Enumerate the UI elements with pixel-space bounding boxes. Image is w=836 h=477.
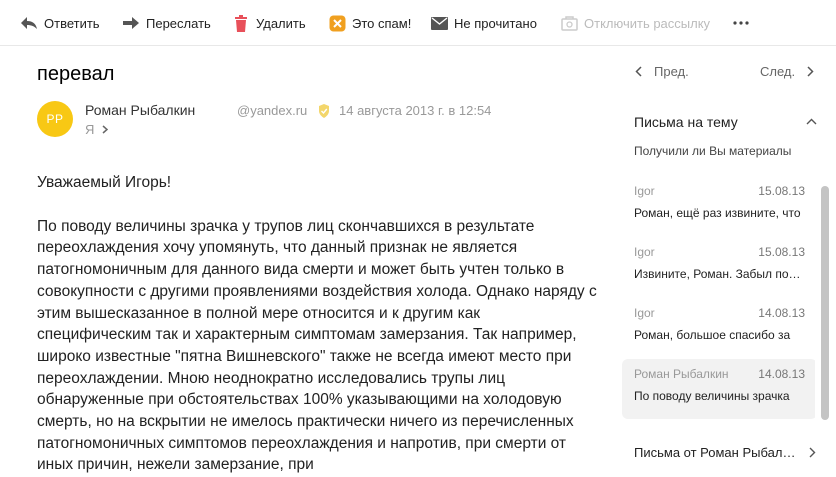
- sender-email[interactable]: @yandex.ru: [237, 103, 307, 118]
- more-dots-icon: [733, 21, 749, 25]
- unsubscribe-icon: [560, 14, 578, 32]
- thread-header[interactable]: Письма на тему: [634, 114, 824, 136]
- unsubscribe-button[interactable]: Отключить рассылку: [560, 12, 710, 34]
- delete-label: Удалить: [256, 15, 306, 31]
- forward-button[interactable]: Переслать: [122, 12, 211, 34]
- next-label: След.: [760, 64, 796, 79]
- thread-item-snippet: Роман, ещё раз извините, что: [634, 206, 801, 220]
- trash-icon: [232, 14, 250, 32]
- thread-item[interactable]: Igor 14.08.13 Роман, большое спасибо за: [622, 298, 815, 358]
- chevron-right-icon: [807, 66, 814, 77]
- message-greeting: Уважаемый Игорь!: [37, 174, 172, 191]
- thread-item[interactable]: Igor 15.08.13 Извините, Роман. Забыл поб…: [622, 237, 815, 297]
- verified-shield-icon: [318, 104, 330, 118]
- thread-scrollbar[interactable]: [821, 186, 829, 420]
- thread-item-date: 14.08.13: [758, 306, 805, 320]
- mark-unread-button[interactable]: Не прочитано: [430, 12, 537, 34]
- sender-name[interactable]: Роман Рыбалкин: [85, 102, 195, 118]
- message-body: Уважаемый Игорь! По поводу величины зрач…: [37, 172, 597, 477]
- reply-label: Ответить: [44, 15, 100, 31]
- letters-from-sender-label: Письма от Роман Рыбалкин: [634, 445, 799, 460]
- chevron-left-icon: [635, 66, 642, 77]
- thread-item-snippet: По поводу величины зрачка: [634, 389, 790, 403]
- thread-item-current[interactable]: Роман Рыбалкин 14.08.13 По поводу величи…: [622, 359, 815, 419]
- reply-icon: [20, 14, 38, 32]
- thread-item-from: Роман Рыбалкин: [634, 367, 729, 381]
- forward-icon: [122, 14, 140, 32]
- recipient-toggle[interactable]: Я: [85, 122, 109, 137]
- message-paragraph: По поводу величины зрачка у трупов лиц с…: [37, 217, 597, 474]
- prev-message-button[interactable]: Пред.: [635, 64, 689, 79]
- thread-item[interactable]: Igor 15.08.13 Роман, ещё раз извините, ч…: [622, 176, 815, 236]
- reply-button[interactable]: Ответить: [20, 12, 100, 34]
- message-date: 14 августа 2013 г. в 12:54: [339, 103, 492, 118]
- more-options-button[interactable]: [730, 12, 752, 34]
- spam-icon: [328, 14, 346, 32]
- spam-button[interactable]: Это спам!: [328, 12, 411, 34]
- unsubscribe-label: Отключить рассылку: [584, 15, 711, 31]
- forward-label: Переслать: [146, 15, 211, 31]
- thread-item-from: Igor: [634, 306, 655, 320]
- prev-label: Пред.: [654, 64, 689, 79]
- thread-item-from: Igor: [634, 245, 655, 259]
- sender-block: РР Роман Рыбалкин @yandex.ru 14 августа …: [37, 100, 597, 142]
- thread-title: Письма на тему: [634, 114, 738, 130]
- delete-button[interactable]: Удалить: [232, 12, 306, 34]
- thread-item-date: 15.08.13: [758, 184, 805, 198]
- mark-unread-label: Не прочитано: [454, 15, 537, 31]
- thread-item-partial[interactable]: Получили ли Вы материалы: [634, 144, 804, 158]
- avatar[interactable]: РР: [37, 101, 73, 137]
- chevron-up-icon: [806, 118, 817, 125]
- chevron-right-icon: [809, 447, 816, 458]
- thread-item-date: 14.08.13: [758, 367, 805, 381]
- message-subject: перевал: [37, 63, 115, 85]
- chevron-right-icon: [102, 125, 109, 134]
- thread-list: Получили ли Вы материалы Igor 15.08.13 Р…: [620, 142, 815, 427]
- recipient-label: Я: [85, 122, 95, 137]
- letters-from-sender-link[interactable]: Письма от Роман Рыбалкин: [634, 445, 824, 460]
- toolbar: Ответить Переслать Удалить Это спам! Не …: [0, 0, 836, 46]
- thread-item-snippet: Извините, Роман. Забыл поблагодарить: [634, 267, 806, 281]
- thread-item-from: Igor: [634, 184, 655, 198]
- spam-label: Это спам!: [352, 15, 412, 31]
- thread-item-date: 15.08.13: [758, 245, 805, 259]
- thread-item-snippet: Роман, большое спасибо за: [634, 328, 791, 342]
- next-message-button[interactable]: След.: [760, 64, 814, 79]
- envelope-icon: [430, 14, 448, 32]
